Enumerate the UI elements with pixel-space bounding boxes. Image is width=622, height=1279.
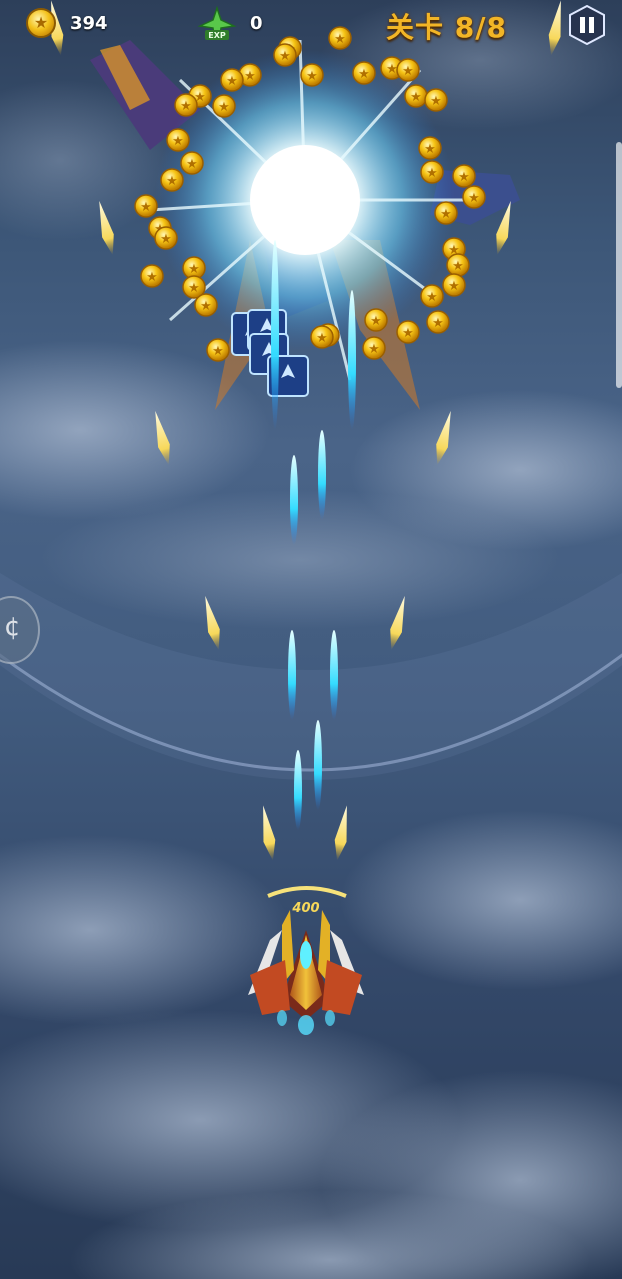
laser-shot — [288, 630, 296, 720]
coin-star: ★ — [160, 232, 172, 247]
coin-star: ★ — [426, 166, 438, 181]
game-scene[interactable]: ★★★★★★★★★★★★★★★★★★★★★★★★★★★★★★★★★★★★★★★★ — [0, 0, 622, 1279]
laser-shot — [314, 720, 322, 810]
coin-star: ★ — [226, 74, 238, 89]
coin-star: ★ — [244, 69, 256, 84]
pause-button[interactable] — [567, 5, 607, 45]
coin-star: ★ — [358, 67, 370, 82]
laser-shot — [294, 750, 302, 830]
coin-star: ★ — [186, 157, 198, 172]
laser-shot — [330, 630, 338, 720]
laser-shot — [318, 430, 326, 520]
coin-star: ★ — [432, 316, 444, 331]
coin-star: ★ — [172, 134, 184, 149]
coin-star: ★ — [146, 270, 158, 285]
coin-star: ★ — [188, 281, 200, 296]
coin-star: ★ — [386, 62, 398, 77]
coin-star: ★ — [440, 207, 452, 222]
missile-shot — [334, 805, 347, 861]
missile-shot — [263, 805, 276, 861]
coin-star: ★ — [402, 64, 414, 79]
coin-star: ★ — [218, 100, 230, 115]
exp-label: EXP — [208, 31, 226, 40]
coin-star: ★ — [370, 314, 382, 329]
coin-star: ★ — [316, 331, 328, 346]
exp-count: 0 — [250, 13, 263, 34]
coin-star: ★ — [458, 170, 470, 185]
laser-shot — [348, 290, 356, 430]
coin-star: ★ — [402, 326, 414, 341]
game-canvas[interactable]: ★★★★★★★★★★★★★★★★★★★★★★★★★★★★★★★★★★★★★★★★ — [0, 0, 622, 1279]
coin-star: ★ — [424, 142, 436, 157]
coin-star: ★ — [448, 279, 460, 294]
coin-star: ★ — [368, 342, 380, 357]
coin-star: ★ — [140, 200, 152, 215]
laser-shot — [271, 240, 279, 430]
coin-star: ★ — [180, 99, 192, 114]
hud: 394 EXP 0 关卡 8/8 — [0, 0, 622, 50]
coin-star: ★ — [468, 191, 480, 206]
coin-star: ★ — [188, 262, 200, 277]
laser-shot — [290, 455, 298, 545]
coin-star: ★ — [306, 69, 318, 84]
coin-star: ★ — [279, 49, 291, 64]
exp-plane-icon: EXP — [197, 6, 237, 40]
coin-star: ★ — [452, 259, 464, 274]
coin-star: ★ — [410, 90, 422, 105]
coin-star: ★ — [166, 174, 178, 189]
edge-scrollbar[interactable] — [616, 142, 622, 388]
coin-star: ★ — [426, 290, 438, 305]
level-indicator: 关卡 8/8 — [386, 11, 507, 44]
coin-star: ★ — [430, 94, 442, 109]
power-value: 400 — [291, 901, 319, 916]
coin-count: 394 — [70, 13, 108, 34]
coin-icon — [26, 8, 56, 38]
coin-star: ★ — [200, 299, 212, 314]
coin-star: ★ — [212, 344, 224, 359]
